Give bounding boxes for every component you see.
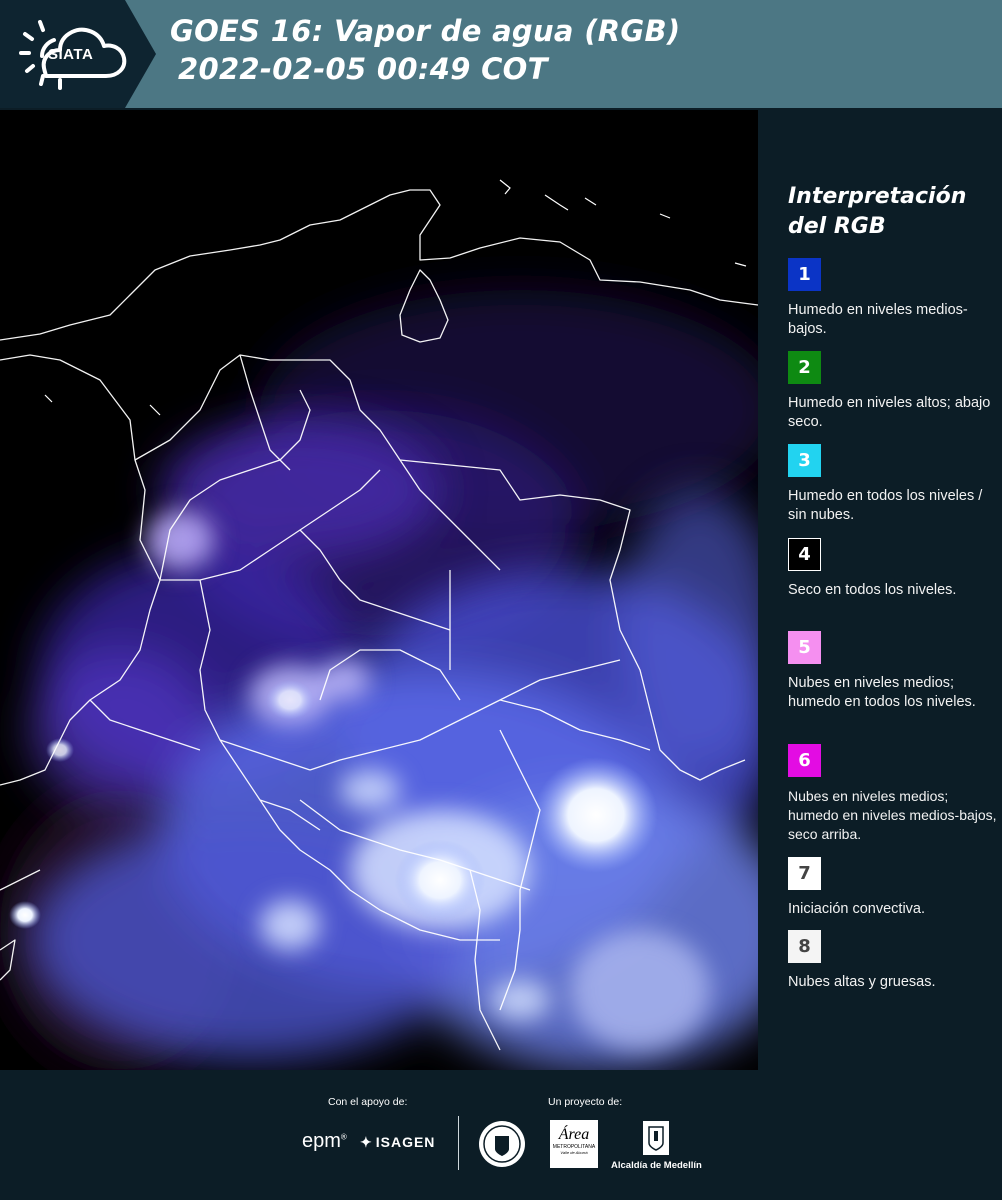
footer-sponsors: Con el apoyo de: Un proyecto de: epm® ✦ I…: [0, 1070, 1002, 1200]
page-title: GOES 16: Vapor de agua (RGB): [170, 14, 681, 48]
legend-swatch-5: 5: [788, 631, 821, 664]
isagen-logo-text: ISAGEN: [375, 1134, 436, 1150]
area-logo-text: Área: [558, 1126, 590, 1143]
legend-item-6: 6 Nubes en niveles medios; humedo en niv…: [788, 744, 998, 844]
siata-logo-text: SIATA: [48, 46, 94, 63]
alcaldia-crest-icon: [643, 1121, 669, 1155]
epm-logo-text: epm: [302, 1130, 341, 1152]
satellite-map[interactable]: [0, 110, 758, 1070]
legend-number-1: 1: [798, 264, 811, 285]
legend-desc-2: Humedo en niveles altos; abajo seco.: [788, 395, 991, 430]
legend-number-7: 7: [798, 863, 811, 884]
legend-desc-6: Nubes en niveles medios; humedo en nivel…: [788, 788, 997, 842]
medellin-seal-icon: [479, 1121, 525, 1167]
isagen-logo: ✦ ISAGEN: [360, 1134, 435, 1151]
legend-item-4: 4 Seco en todos los niveles.: [788, 538, 998, 600]
legend-number-5: 5: [798, 637, 811, 658]
area-logo-subtitle-2: Valle de Aburrá: [560, 1150, 588, 1155]
legend-swatch-4: 4: [788, 538, 821, 571]
legend-item-3: 3 Humedo en todos los niveles / sin nube…: [788, 444, 998, 525]
legend-desc-1: Humedo en niveles medios-bajos.: [788, 302, 968, 337]
legend-item-5: 5 Nubes en niveles medios; humedo en tod…: [788, 631, 998, 712]
satellite-image: [0, 110, 758, 1070]
legend-item-8: 8 Nubes altas y gruesas.: [788, 930, 998, 992]
project-label: Un proyecto de:: [548, 1096, 623, 1108]
support-label: Con el apoyo de:: [328, 1096, 408, 1108]
legend-number-2: 2: [798, 357, 811, 378]
legend-desc-8: Nubes altas y gruesas.: [788, 974, 936, 990]
legend-desc-5: Nubes en niveles medios; humedo en todos…: [788, 675, 976, 710]
isagen-mark-icon: ✦: [360, 1134, 373, 1150]
legend-number-3: 3: [798, 450, 811, 471]
area-metropolitana-logo: Área METROPOLITANA Valle de Aburrá: [550, 1120, 598, 1168]
legend-desc-4: Seco en todos los niveles.: [788, 582, 957, 598]
legend-swatch-8: 8: [788, 930, 821, 963]
legend-desc-3: Humedo en todos los niveles / sin nubes.: [788, 488, 983, 523]
header-bar: SIATA GOES 16: Vapor de agua (RGB) 2022-…: [0, 0, 1002, 108]
legend-swatch-3: 3: [788, 444, 821, 477]
legend-swatch-1: 1: [788, 258, 821, 291]
legend-swatch-6: 6: [788, 744, 821, 777]
legend-swatch-7: 7: [788, 857, 821, 890]
legend-panel: Interpretación del RGB 1 Humedo en nivel…: [760, 110, 1002, 1070]
legend-swatch-2: 2: [788, 351, 821, 384]
legend-number-4: 4: [798, 544, 811, 565]
legend-number-8: 8: [798, 936, 811, 957]
legend-number-6: 6: [798, 750, 811, 771]
legend-item-1: 1 Humedo en niveles medios-bajos.: [788, 258, 998, 339]
legend-desc-7: Iniciación convectiva.: [788, 901, 926, 917]
legend-item-7: 7 Iniciación convectiva.: [788, 857, 998, 919]
legend-item-2: 2 Humedo en niveles altos; abajo seco.: [788, 351, 998, 432]
alcaldia-logo-text: Alcaldía de Medellín: [611, 1160, 702, 1171]
legend-title: Interpretación del RGB: [788, 184, 967, 239]
page-timestamp: 2022-02-05 00:49 COT: [178, 52, 548, 86]
footer-divider: [458, 1116, 459, 1170]
epm-logo: epm®: [302, 1130, 347, 1152]
